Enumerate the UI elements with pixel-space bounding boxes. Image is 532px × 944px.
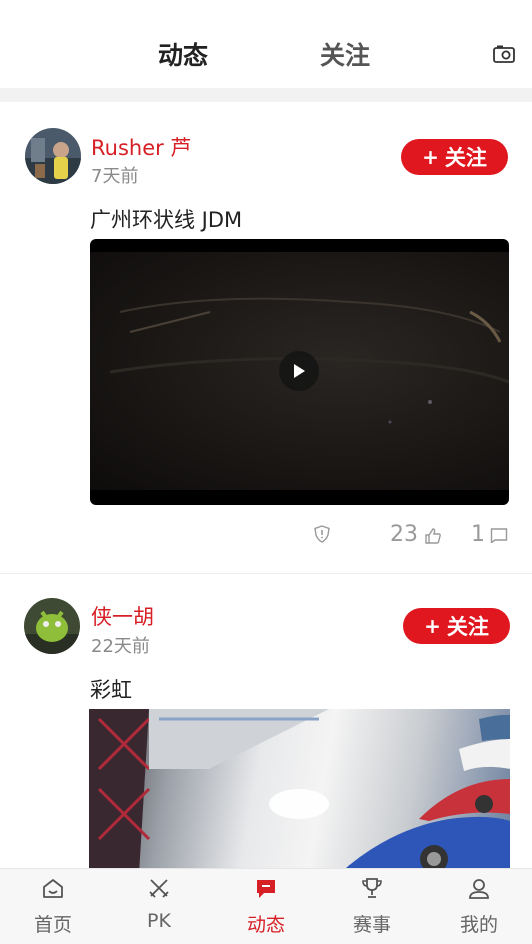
nav-label: 赛事 bbox=[352, 914, 391, 936]
avatar[interactable] bbox=[24, 598, 80, 654]
play-icon bbox=[294, 364, 305, 378]
nav-home[interactable]: 首页 bbox=[13, 877, 93, 937]
feed-list: Rusher 芦 7天前 + 关注 广州环状线 JDM 23 1 侠一胡 22天… bbox=[0, 102, 532, 874]
video-player[interactable] bbox=[90, 239, 509, 505]
avatar[interactable] bbox=[25, 128, 81, 184]
bottom-nav: 首页 PK 动态 赛事 我的 bbox=[0, 868, 532, 944]
comment-icon[interactable] bbox=[490, 527, 508, 543]
nav-label: 我的 bbox=[459, 914, 498, 936]
post-time: 7天前 bbox=[91, 166, 139, 187]
nav-profile[interactable]: 我的 bbox=[439, 877, 519, 937]
camera-icon[interactable] bbox=[493, 45, 515, 63]
like-count: 23 bbox=[390, 522, 418, 547]
tab-following[interactable]: 关注 bbox=[320, 36, 370, 72]
post-username[interactable]: 侠一胡 bbox=[91, 601, 154, 631]
post-time: 22天前 bbox=[91, 636, 150, 657]
profile-icon bbox=[469, 879, 489, 899]
comment-count: 1 bbox=[471, 522, 485, 547]
follow-label: 关注 bbox=[444, 146, 487, 170]
thumbs-up-icon[interactable] bbox=[424, 527, 442, 545]
nav-label: PK bbox=[147, 910, 171, 932]
follow-label: 关注 bbox=[446, 615, 489, 639]
message-icon bbox=[257, 880, 275, 898]
follow-button[interactable]: + 关注 bbox=[403, 608, 510, 644]
play-button[interactable] bbox=[279, 351, 319, 391]
nav-events[interactable]: 赛事 bbox=[332, 877, 412, 937]
nav-pk[interactable]: PK bbox=[119, 877, 199, 932]
home-icon bbox=[43, 879, 63, 898]
tab-feed[interactable]: 动态 bbox=[158, 36, 208, 72]
crossed-swords-icon bbox=[149, 879, 169, 898]
plus-icon: + bbox=[422, 145, 439, 169]
nav-feed[interactable]: 动态 bbox=[226, 877, 306, 937]
post-caption: 广州环状线 JDM bbox=[90, 208, 243, 232]
nav-label: 首页 bbox=[33, 914, 72, 936]
top-header: 动态 关注 bbox=[0, 0, 532, 88]
feed-post: 侠一胡 22天前 + 关注 彩虹 bbox=[0, 574, 532, 874]
nav-label: 动态 bbox=[246, 914, 285, 936]
follow-button[interactable]: + 关注 bbox=[401, 139, 508, 175]
plus-icon: + bbox=[424, 614, 441, 638]
trophy-icon bbox=[362, 878, 382, 898]
section-divider bbox=[0, 88, 532, 102]
post-image[interactable] bbox=[89, 709, 510, 874]
post-username[interactable]: Rusher 芦 bbox=[91, 132, 191, 162]
post-stats: 23 1 bbox=[0, 522, 532, 552]
report-shield-icon[interactable] bbox=[314, 525, 330, 543]
post-caption: 彩虹 bbox=[90, 678, 132, 702]
feed-post: Rusher 芦 7天前 + 关注 广州环状线 JDM 23 1 bbox=[0, 102, 532, 574]
